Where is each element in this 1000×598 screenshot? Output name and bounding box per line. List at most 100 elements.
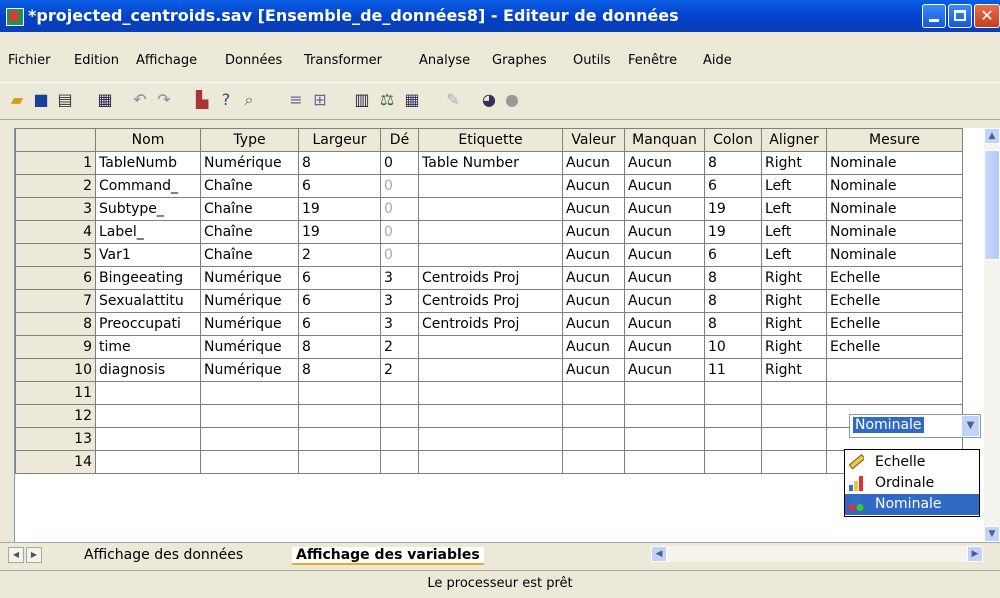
menu-aide[interactable]: Aide xyxy=(703,53,732,68)
cell-manquant[interactable] xyxy=(624,381,705,405)
cell-valeur[interactable]: Aucun xyxy=(562,197,625,221)
cell-etiquette[interactable] xyxy=(418,427,563,451)
cell-largeur[interactable]: 19 xyxy=(298,197,381,221)
cell-type[interactable]: Numérique xyxy=(200,266,299,290)
cell-nom[interactable] xyxy=(95,427,201,451)
col-header-largeur[interactable]: Largeur xyxy=(298,128,381,152)
cell-largeur[interactable]: 8 xyxy=(298,335,381,359)
cell-manquant[interactable] xyxy=(624,450,705,474)
cell-etiquette[interactable] xyxy=(418,381,563,405)
print-icon[interactable]: ▤ xyxy=(56,91,74,109)
cell-etiquette[interactable] xyxy=(418,358,563,382)
cell-aligner[interactable] xyxy=(761,381,827,405)
row-header[interactable]: 6 xyxy=(15,266,96,290)
cell-manquant[interactable]: Aucun xyxy=(624,335,705,359)
insert-case-icon[interactable]: ≡ xyxy=(287,91,305,109)
cell-type[interactable] xyxy=(200,427,299,451)
cell-largeur[interactable]: 2 xyxy=(298,243,381,267)
cell-type[interactable]: Numérique xyxy=(200,335,299,359)
cell-manquant[interactable]: Aucun xyxy=(624,151,705,175)
cell-manquant[interactable]: Aucun xyxy=(624,289,705,313)
cell-decimales[interactable]: 0 xyxy=(380,197,419,221)
cell-aligner[interactable]: Left xyxy=(761,197,827,221)
col-header-aligner[interactable]: Aligner xyxy=(761,128,827,152)
tab-variable-view[interactable]: Affichage des variables xyxy=(292,547,484,565)
cell-type[interactable] xyxy=(200,404,299,428)
cell-manquant[interactable] xyxy=(624,404,705,428)
cell-decimales[interactable]: 3 xyxy=(380,312,419,336)
scroll-left-icon[interactable]: ◀ xyxy=(651,546,667,562)
cell-aligner[interactable] xyxy=(761,404,827,428)
cell-colonnes[interactable] xyxy=(704,381,762,405)
cell-manquant[interactable] xyxy=(624,427,705,451)
menu-fenetre[interactable]: Fenêtre xyxy=(628,53,677,68)
cell-colonnes[interactable] xyxy=(704,427,762,451)
cell-valeur[interactable]: Aucun xyxy=(562,266,625,290)
cell-type[interactable]: Chaîne xyxy=(200,220,299,244)
menu-analyse[interactable]: Analyse xyxy=(419,53,470,68)
cell-decimales[interactable]: 0 xyxy=(380,243,419,267)
cell-nom[interactable]: TableNumb xyxy=(95,151,201,175)
cell-decimales[interactable] xyxy=(380,381,419,405)
cell-nom[interactable]: Bingeeating xyxy=(95,266,201,290)
menu-graphes[interactable]: Graphes xyxy=(492,53,547,68)
cell-largeur[interactable] xyxy=(298,450,381,474)
cell-type[interactable]: Chaîne xyxy=(200,243,299,267)
measure-option-nominale[interactable]: Nominale xyxy=(845,494,979,515)
cell-colonnes[interactable]: 6 xyxy=(704,174,762,198)
cell-decimales[interactable] xyxy=(380,450,419,474)
tab-prev-icon[interactable]: ◀ xyxy=(8,547,24,563)
cell-valeur[interactable] xyxy=(562,381,625,405)
cell-aligner[interactable]: Right xyxy=(761,151,827,175)
col-header-type[interactable]: Type xyxy=(200,128,299,152)
row-header[interactable]: 9 xyxy=(15,335,96,359)
cell-etiquette[interactable] xyxy=(418,450,563,474)
tab-data-view[interactable]: Affichage des données xyxy=(84,547,243,563)
cell-largeur[interactable] xyxy=(298,381,381,405)
cell-aligner[interactable]: Left xyxy=(761,174,827,198)
cell-mesure[interactable]: Nominale xyxy=(826,197,963,221)
cell-nom[interactable]: time xyxy=(95,335,201,359)
cell-valeur[interactable]: Aucun xyxy=(562,289,625,313)
cell-valeur[interactable] xyxy=(562,427,625,451)
cell-largeur[interactable]: 6 xyxy=(298,289,381,313)
value-labels-icon[interactable]: ✎ xyxy=(444,91,462,109)
horizontal-scrollbar[interactable]: ◀ ▶ xyxy=(651,546,983,562)
cell-type[interactable]: Numérique xyxy=(200,312,299,336)
select-cases-icon[interactable]: ▦ xyxy=(403,91,421,109)
row-header[interactable]: 13 xyxy=(15,427,96,451)
menu-transformer[interactable]: Transformer xyxy=(304,53,382,68)
use-sets-icon[interactable]: ◕ xyxy=(480,91,498,109)
row-header[interactable]: 7 xyxy=(15,289,96,313)
cell-manquant[interactable]: Aucun xyxy=(624,243,705,267)
cell-etiquette[interactable] xyxy=(418,335,563,359)
cell-etiquette[interactable]: Centroids Proj xyxy=(418,289,563,313)
cell-aligner[interactable] xyxy=(761,427,827,451)
cell-type[interactable]: Numérique xyxy=(200,358,299,382)
cell-colonnes[interactable]: 8 xyxy=(704,151,762,175)
cell-aligner[interactable]: Right xyxy=(761,335,827,359)
scroll-down-icon[interactable]: ▼ xyxy=(984,526,1000,542)
cell-largeur[interactable]: 19 xyxy=(298,220,381,244)
cell-nom[interactable] xyxy=(95,404,201,428)
cell-decimales[interactable]: 0 xyxy=(380,220,419,244)
col-header-colonnes[interactable]: Colon xyxy=(704,128,762,152)
cell-valeur[interactable]: Aucun xyxy=(562,151,625,175)
app-icon[interactable] xyxy=(6,8,24,26)
goto-case-icon[interactable]: ▙ xyxy=(193,91,211,109)
cell-etiquette[interactable] xyxy=(418,174,563,198)
cell-mesure[interactable]: Echelle xyxy=(826,266,963,290)
cell-mesure[interactable]: Nominale xyxy=(826,174,963,198)
cell-decimales[interactable]: 2 xyxy=(380,335,419,359)
cell-type[interactable]: Numérique xyxy=(200,289,299,313)
cell-nom[interactable]: Subtype_ xyxy=(95,197,201,221)
cell-colonnes[interactable]: 6 xyxy=(704,243,762,267)
cell-colonnes[interactable]: 10 xyxy=(704,335,762,359)
open-folder-icon[interactable]: ▰ xyxy=(8,91,26,109)
cell-colonnes[interactable]: 8 xyxy=(704,312,762,336)
col-header-manquant[interactable]: Manquan xyxy=(624,128,705,152)
menu-edition[interactable]: Edition xyxy=(74,53,119,68)
scroll-right-icon[interactable]: ▶ xyxy=(967,546,983,562)
row-header[interactable]: 3 xyxy=(15,197,96,221)
cell-largeur[interactable]: 6 xyxy=(298,312,381,336)
